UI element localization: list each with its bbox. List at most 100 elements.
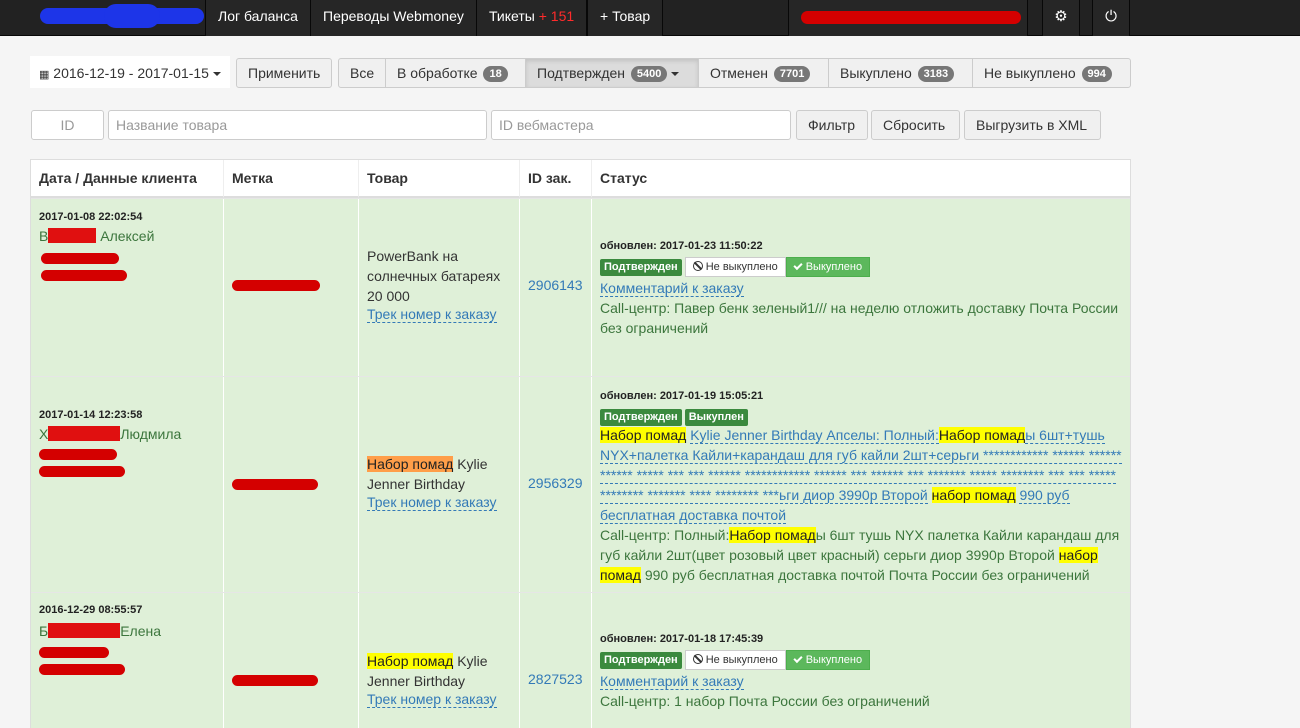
highlight: Набор помад: [729, 527, 816, 543]
nav-webmoney[interactable]: Переводы Webmoney: [310, 0, 477, 36]
filter-confirmed[interactable]: Подтвержден 5400: [525, 58, 699, 88]
status-cell: обновлен: 2017-01-18 17:45:39 Подтвержде…: [591, 593, 1130, 728]
order-id-link[interactable]: 2956329: [528, 475, 583, 491]
product-name-input[interactable]: Название товара: [108, 110, 487, 140]
date-range-picker[interactable]: ▦ 2016-12-19 - 2017-01-15: [30, 56, 230, 88]
track-link[interactable]: Трек номер к заказу: [367, 494, 497, 511]
apply-button[interactable]: Применить: [236, 58, 333, 88]
redaction-mark: [39, 647, 109, 658]
id-input[interactable]: ID: [31, 110, 104, 140]
status-cell: обновлен: 2017-01-23 11:50:22 Подтвержде…: [591, 199, 1130, 376]
filter-not-bought[interactable]: Не выкуплено 994: [972, 58, 1131, 88]
label-cell: [223, 199, 358, 376]
count-badge: 3183: [917, 66, 955, 82]
header-label: Метка: [232, 170, 273, 186]
table-row: 2017-01-08 22:02:54 В Алексей PowerBank …: [31, 198, 1130, 376]
comment-link[interactable]: Комментарий к заказу: [600, 671, 744, 691]
client-name: Х Людмила: [39, 426, 181, 442]
nav-label: Тикеты: [489, 8, 535, 24]
order-date: 2016-12-29 08:55:57: [39, 604, 143, 616]
order-id-link[interactable]: 2827523: [528, 671, 583, 687]
product-highlight: Набор помад: [367, 456, 454, 472]
check-icon: [793, 653, 803, 664]
filter-button[interactable]: Фильтр: [796, 110, 868, 140]
top-navbar: Лог баланса Переводы Webmoney Тикеты + 1…: [0, 0, 1300, 36]
redaction-mark: [41, 270, 127, 281]
filter-label: В обработке: [397, 65, 478, 81]
header-label: Товар: [367, 170, 408, 186]
logout-button[interactable]: ⏻: [1092, 0, 1130, 36]
reset-button[interactable]: Сбросить: [871, 110, 960, 140]
nav-account-redacted[interactable]: [788, 0, 1028, 36]
product-highlight: Набор помад: [367, 653, 454, 669]
column-header[interactable]: Статус: [591, 160, 1130, 198]
bought-label: Выкуплено: [805, 261, 863, 273]
header-label: Статус: [600, 170, 648, 186]
client-first-name: Алексей: [100, 228, 155, 244]
order-id-link[interactable]: 2906143: [528, 277, 583, 293]
nav-add-product[interactable]: + Товар: [587, 0, 664, 36]
chevron-down-icon: [212, 72, 221, 76]
nav-tickets[interactable]: Тикеты + 151: [476, 0, 588, 36]
track-link[interactable]: Трек номер к заказу: [367, 691, 497, 708]
filter-bought[interactable]: Выкуплено 3183: [828, 58, 973, 88]
redaction-mark: [232, 280, 320, 291]
track-link-label: Трек номер к заказу: [367, 691, 497, 708]
order-id-cell: 2827523: [519, 593, 591, 728]
comment-text: Kylie Jenner Birthday Апселы: Полный:: [690, 427, 939, 444]
updated-time: обновлен: 2017-01-18 17:45:39: [600, 633, 764, 645]
filter-processing[interactable]: В обработке 18: [385, 58, 526, 88]
redaction-mark: [48, 228, 97, 243]
not-bought-label: Не выкуплено: [705, 261, 778, 273]
redaction-mark: [48, 426, 121, 441]
count-badge: 7701: [773, 66, 811, 82]
status-cell: обновлен: 2017-01-19 15:05:21 Подтвержде…: [591, 377, 1130, 592]
callcenter-text: Call-центр: Полный:: [600, 527, 730, 543]
comment-link-label: Комментарий к заказу: [600, 280, 744, 297]
column-header[interactable]: ID зак.: [519, 160, 591, 198]
callcenter-note: Call-центр: Павер бенк зеленый1/// на не…: [600, 300, 1119, 336]
column-header[interactable]: Товар: [358, 160, 519, 198]
callcenter-text: 990 руб бесплатная доставка почтой Почта…: [644, 567, 1090, 583]
product-cell: Набор помад Kylie Jenner Birthday Трек н…: [358, 593, 519, 728]
webmaster-id-input[interactable]: ID вебмастера: [491, 110, 791, 140]
not-bought-button[interactable]: Не выкуплено: [684, 650, 786, 670]
not-bought-button[interactable]: Не выкуплено: [684, 257, 786, 277]
gear-icon: ⚙: [1054, 8, 1068, 25]
client-first-name: Елена: [120, 623, 161, 639]
status-badge: Подтвержден: [600, 259, 682, 276]
header-label: ID зак.: [528, 170, 572, 186]
filter-all[interactable]: Все: [338, 58, 386, 88]
comment-link[interactable]: Набор помад Kylie Jenner Birthday Апселы…: [600, 425, 1125, 525]
nav-label: + Товар: [600, 8, 651, 24]
comment-link[interactable]: Комментарий к заказу: [600, 278, 744, 298]
filter-label: Не выкуплено: [984, 65, 1076, 81]
order-date: 2017-01-14 12:23:58: [39, 409, 143, 421]
updated-time: обновлен: 2017-01-23 11:50:22: [600, 240, 763, 252]
settings-button[interactable]: ⚙: [1042, 0, 1080, 36]
nav-balance-log[interactable]: Лог баланса: [205, 0, 311, 36]
brand-logo[interactable]: [8, 0, 206, 36]
track-link[interactable]: Трек номер к заказу: [367, 306, 497, 323]
filter-cancelled[interactable]: Отменен 7701: [698, 58, 829, 88]
filter-label: Все: [350, 65, 375, 81]
bought-button[interactable]: Выкуплено: [785, 650, 871, 670]
column-header[interactable]: Метка: [223, 160, 358, 198]
order-id-cell: 2956329: [519, 377, 591, 592]
order-id-cell: 2906143: [519, 199, 591, 376]
product-cell: PowerBank на солнечных батареях 20 000 Т…: [358, 199, 519, 376]
bought-button[interactable]: Выкуплено: [785, 257, 871, 277]
client-cell: 2017-01-14 12:23:58 Х Людмила: [31, 377, 223, 592]
redaction-mark: [39, 664, 125, 675]
filter-label: Выкуплено: [840, 65, 912, 81]
nav-label: Переводы Webmoney: [323, 8, 464, 24]
product-name: Набор помад Kylie Jenner Birthday: [367, 454, 507, 494]
redaction-mark: [232, 479, 318, 490]
export-xml-button[interactable]: Выгрузить в XML: [964, 110, 1101, 140]
client-initial: В: [39, 228, 49, 244]
column-header[interactable]: Дата / Данные клиента: [31, 160, 223, 198]
check-icon: [793, 260, 803, 271]
label-cell: [223, 593, 358, 728]
callcenter-note: Call-центр: Полный:Набор помады 6шт тушь…: [600, 525, 1125, 585]
highlight: набор помад: [931, 487, 1016, 503]
